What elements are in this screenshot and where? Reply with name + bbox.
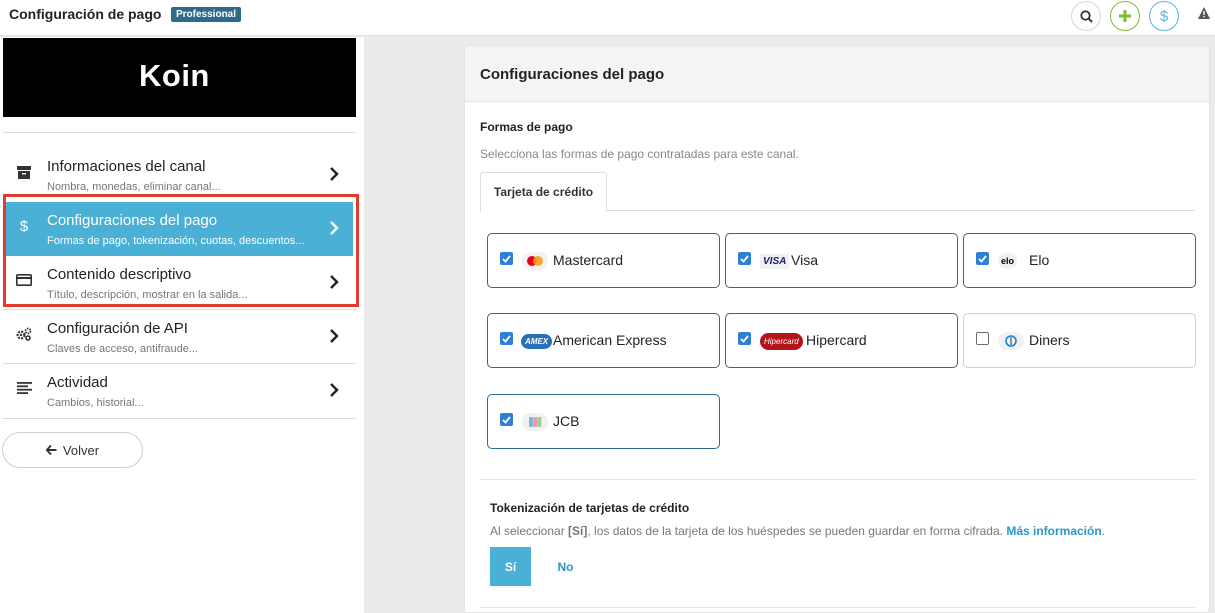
chevron-right-icon [330,329,339,343]
sidebar-item-sublabel: Cambios, historial... [47,397,144,409]
tab-credit-card[interactable]: Tarjeta de crédito [480,172,607,212]
mastercard-logo [522,251,548,271]
amex-logo: AMEX [521,331,553,351]
divider [3,418,356,419]
checkbox-checked[interactable] [976,252,989,265]
card-name: JCB [553,413,580,429]
page-title: Configuración de pago [9,6,162,22]
hipercard-logo: Hipercard [760,331,803,351]
card-option-visa[interactable]: VISA Visa [725,233,958,288]
card-name: Diners [1029,332,1070,348]
visa-logo: VISA [760,251,790,271]
checkbox-checked[interactable] [500,252,513,265]
sidebar-item-activity[interactable]: Actividad Cambios, historial... [6,364,353,418]
top-bar: Configuración de pago Professional $ [0,0,1215,36]
diners-logo [998,331,1024,351]
checkbox-checked[interactable] [738,252,751,265]
sidebar-item-api-config[interactable]: Configuración de API Claves de acceso, a… [6,310,353,364]
card-name: Visa [791,252,818,268]
more-info-link[interactable]: Más información [1006,524,1101,538]
card-option-mastercard[interactable]: Mastercard [487,233,720,288]
payment-tabs: Tarjeta de crédito [480,172,1195,212]
card-option-jcb[interactable]: JCB [487,394,720,449]
divider [3,132,356,133]
sidebar-item-label: Configuración de API [47,320,188,337]
back-label: Volver [62,442,100,458]
jcb-logo [522,412,548,432]
sidebar-item-label: Informaciones del canal [47,158,206,175]
dollar-icon: $ [1159,7,1169,25]
tokenization-description: Al seleccionar [Sí], los datos de la tar… [490,524,1106,538]
search-button[interactable] [1071,1,1101,31]
divider [480,607,1195,608]
payment-methods-description: Selecciona las formas de pago contratada… [480,147,799,161]
card-option-hipercard[interactable]: Hipercard Hipercard [725,313,958,368]
plan-badge: Professional [171,7,242,22]
back-button[interactable]: Volver [2,432,143,468]
checkbox-checked[interactable] [500,413,513,426]
sidebar-item-sublabel: Nombra, monedas, eliminar canal... [47,181,221,193]
sidebar-item-label: Actividad [47,374,108,391]
card-option-diners[interactable]: Diners [963,313,1196,368]
tokenization-no-button[interactable]: No [545,547,586,586]
add-button[interactable] [1110,1,1140,31]
chevron-right-icon [330,167,339,181]
archive-icon [16,164,32,180]
checkbox-unchecked[interactable] [976,332,989,345]
highlight-annotation [3,194,359,307]
koin-logo-text: Koin [139,58,210,93]
card-name: American Express [553,332,667,348]
arrow-left-icon [45,445,57,455]
divider [480,479,1195,480]
card-option-elo[interactable]: elo Elo [963,233,1196,288]
panel-title: Configuraciones del pago [480,66,665,83]
elo-logo: elo [998,251,1018,271]
chevron-right-icon [330,383,339,397]
billing-button[interactable]: $ [1149,1,1179,31]
checkbox-checked[interactable] [500,332,513,345]
card-name: Elo [1029,252,1050,268]
card-option-amex[interactable]: AMEX American Express [487,313,720,368]
tokenization-title: Tokenización de tarjetas de crédito [490,501,690,515]
payment-config-panel: Configuraciones del pago Formas de pago … [464,45,1210,613]
sidebar: Koin Informaciones del canal Nombra, mon… [0,37,364,613]
checkbox-checked[interactable] [738,332,751,345]
plus-icon [1119,10,1131,22]
search-icon [1079,9,1093,23]
payment-methods-title: Formas de pago [480,120,573,134]
gears-icon [16,326,32,342]
warning-icon[interactable] [1197,6,1211,20]
channel-logo: Koin [3,38,356,117]
card-name: Hipercard [806,332,867,348]
panel-header: Configuraciones del pago [465,46,1209,102]
tokenization-yes-button[interactable]: Sí [490,547,531,586]
list-icon [16,380,32,396]
sidebar-item-sublabel: Claves de acceso, antifraude... [47,343,199,355]
card-name: Mastercard [553,252,624,268]
